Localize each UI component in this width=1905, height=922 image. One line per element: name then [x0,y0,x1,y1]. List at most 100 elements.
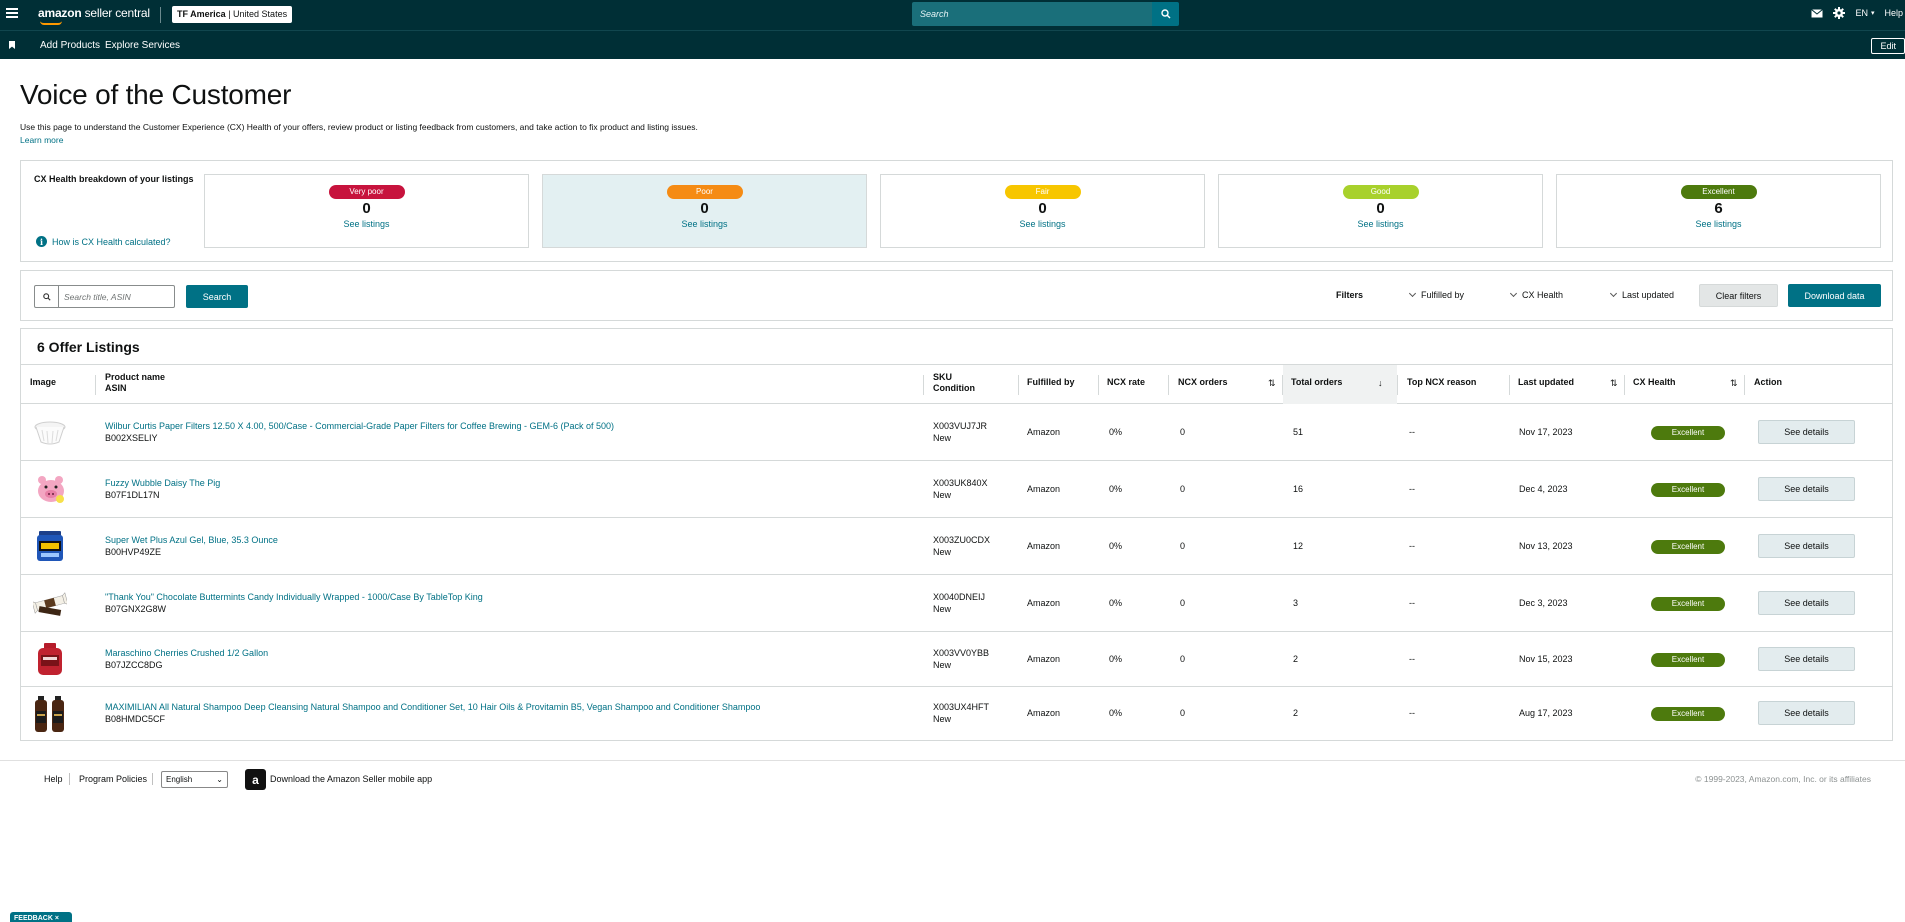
condition: New [933,660,952,670]
fulfilled-by: Amazon [1027,708,1061,718]
see-details-button[interactable]: See details [1758,591,1855,615]
page-description: Use this page to understand the Customer… [20,122,698,132]
product-thumbnail[interactable] [33,695,67,733]
filter-last-updated[interactable]: Last updated [1609,289,1674,300]
last-updated: Nov 15, 2023 [1519,654,1573,664]
product-thumbnail[interactable] [33,642,67,676]
top-ncx-reason: -- [1409,598,1415,608]
mobile-app-link[interactable]: Download the Amazon Seller mobile app [270,774,432,784]
product-name-link[interactable]: Wilbur Curtis Paper Filters 12.50 X 4.00… [105,421,614,432]
bookmark-icon[interactable] [9,41,15,49]
product-name-link[interactable]: Maraschino Cherries Crushed 1/2 Gallon [105,648,268,659]
fulfilled-by: Amazon [1027,541,1061,551]
close-icon[interactable]: × [55,915,59,922]
last-updated: Aug 17, 2023 [1519,708,1573,718]
footer-help-link[interactable]: Help [44,774,63,784]
sort-descending-icon[interactable]: ↓ [1378,378,1383,388]
product-thumbnail[interactable] [33,529,67,563]
see-details-button[interactable]: See details [1758,701,1855,725]
menu-icon[interactable] [6,8,18,18]
col-ncx-orders[interactable]: NCX orders [1178,377,1228,388]
clear-filters-button[interactable]: Clear filters [1699,284,1778,307]
product-thumbnail[interactable] [33,415,67,449]
filter-cx-health[interactable]: CX Health [1509,289,1563,300]
search-button[interactable]: Search [186,285,248,308]
listing-search-input[interactable]: Search title, ASIN [34,285,175,308]
col-ncx-rate[interactable]: NCX rate [1107,377,1145,388]
column-divider [1168,375,1169,395]
gear-icon[interactable] [1833,7,1846,19]
product-name-link[interactable]: "Thank You" Chocolate Buttermints Candy … [105,592,483,603]
see-details-button[interactable]: See details [1758,420,1855,444]
last-updated: Nov 17, 2023 [1519,427,1573,437]
status-badge: Excellent [1651,707,1725,721]
total-orders: 3 [1293,598,1299,608]
ncx-orders: 0 [1180,708,1186,718]
explore-services-link[interactable]: Explore Services [105,40,180,51]
account-switcher[interactable]: TF America | United States [172,6,293,23]
table-header: Image Product name ASIN SKU Condition Fulf… [21,364,1892,404]
see-details-button[interactable]: See details [1758,647,1855,671]
chevron-down-icon [1609,289,1618,298]
amazon-app-icon[interactable]: a [245,769,266,790]
col-sku[interactable]: SKU Condition [933,372,975,394]
see-listings-link[interactable]: See listings [1557,219,1880,229]
top-ncx-reason: -- [1409,484,1415,494]
col-cx-health[interactable]: CX Health [1633,377,1676,388]
feedback-button[interactable]: FEEDBACK × [10,912,72,922]
download-data-button[interactable]: Download data [1788,284,1881,307]
col-last-updated[interactable]: Last updated [1518,377,1574,388]
total-orders: 51 [1293,427,1304,437]
product-thumbnail[interactable] [33,586,67,620]
col-total-orders[interactable]: Total orders [1291,377,1342,388]
language-selector[interactable]: EN ▾ [1855,8,1874,18]
column-divider [1018,375,1019,395]
cx-card-poor[interactable]: Poor 0 See listings [542,174,867,248]
product-name-link[interactable]: Fuzzy Wubble Daisy The Pig [105,478,220,489]
sku: X003VV0YBB [933,648,990,658]
cx-card-fair[interactable]: Fair 0 See listings [880,174,1205,248]
col-fulfilled-by[interactable]: Fulfilled by [1027,377,1075,388]
status-badge: Excellent [1651,597,1725,611]
sort-icon[interactable]: ⇅ [1268,378,1276,389]
col-top-ncx-reason[interactable]: Top NCX reason [1407,377,1476,388]
see-listings-link[interactable]: See listings [205,219,528,229]
condition: New [933,604,952,614]
sort-icon[interactable]: ⇅ [1610,378,1618,389]
see-details-button[interactable]: See details [1758,534,1855,558]
global-search-button[interactable] [1152,2,1179,26]
ncx-rate: 0% [1109,708,1123,718]
asin: B07F1DL17N [105,490,160,500]
ncx-orders: 0 [1180,654,1186,664]
see-listings-link[interactable]: See listings [1219,219,1542,229]
mail-icon[interactable] [1811,8,1824,18]
seller-central-logo[interactable]: amazon seller central [38,6,150,20]
filter-fulfilled-by[interactable]: Fulfilled by [1408,289,1464,300]
cx-card-excellent[interactable]: Excellent 6 See listings [1556,174,1881,248]
ncx-rate: 0% [1109,541,1123,551]
cx-card-good[interactable]: Good 0 See listings [1218,174,1543,248]
search-icon [1160,9,1170,19]
cx-card-very-poor[interactable]: Very poor 0 See listings [204,174,529,248]
help-link[interactable]: Help [1884,8,1905,18]
edit-button[interactable]: Edit [1871,38,1905,54]
footer-language-select[interactable]: English ⌄ [161,771,228,788]
cx-health-help-link[interactable]: i How is CX Health calculated? [36,236,171,247]
product-thumbnail[interactable] [33,472,67,506]
filters-label: Filters [1336,290,1364,300]
sort-icon[interactable]: ⇅ [1730,378,1738,389]
product-name-link[interactable]: Super Wet Plus Azul Gel, Blue, 35.3 Ounc… [105,535,278,546]
status-badge: Poor [666,185,743,199]
top-ncx-reason: -- [1409,654,1415,664]
global-search-input[interactable]: Search [912,2,1152,26]
program-policies-link[interactable]: Program Policies [79,774,147,784]
product-name-link[interactable]: MAXIMILIAN All Natural Shampoo Deep Clea… [105,702,760,713]
col-product-name[interactable]: Product name ASIN [105,372,165,394]
add-products-link[interactable]: Add Products [40,40,100,51]
see-listings-link[interactable]: See listings [543,219,866,229]
fulfilled-by: Amazon [1027,598,1061,608]
see-details-button[interactable]: See details [1758,477,1855,501]
learn-more-link[interactable]: Learn more [20,135,63,145]
see-listings-link[interactable]: See listings [881,219,1204,229]
search-placeholder: Search title, ASIN [64,292,131,302]
